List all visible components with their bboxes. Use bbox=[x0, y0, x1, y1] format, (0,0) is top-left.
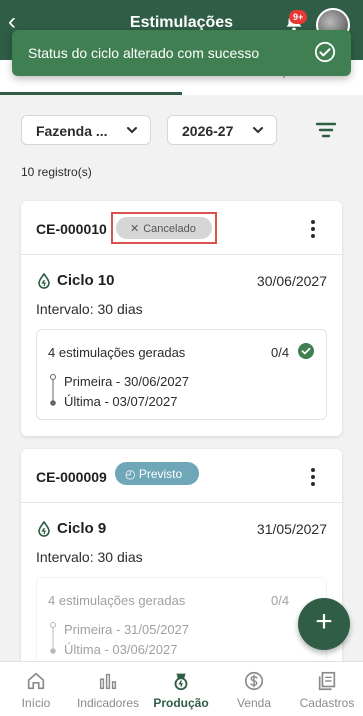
notification-badge: 9+ bbox=[289, 10, 308, 24]
first-stimulation: Primeira - 30/06/2027 bbox=[64, 374, 190, 389]
timeline-icon bbox=[50, 622, 56, 654]
stimulations-box: 4 estimulações geradas 0/4 Primeira - 31… bbox=[36, 577, 327, 668]
cycle-date: 30/06/2027 bbox=[256, 273, 327, 289]
year-filter-select[interactable]: 2026-27 bbox=[167, 115, 277, 145]
success-toast: Status do ciclo alterado com sucesso bbox=[12, 30, 351, 76]
toast-message: Status do ciclo alterado com sucesso bbox=[28, 45, 260, 61]
cycle-code: CE-000010 bbox=[36, 221, 107, 237]
add-button[interactable]: + bbox=[298, 598, 350, 650]
farm-filter-select[interactable]: Fazenda ... bbox=[21, 115, 151, 145]
production-icon bbox=[174, 673, 188, 691]
cycle-title: Ciclo 10 bbox=[57, 272, 115, 289]
check-circle-icon bbox=[298, 343, 314, 359]
stimulations-count: 0/4 bbox=[271, 345, 290, 360]
more-options-icon[interactable] bbox=[310, 468, 316, 486]
stimulations-label: 4 estimulações geradas bbox=[48, 345, 186, 360]
stimulations-box: 4 estimulações geradas 0/4 Primeira - 30… bbox=[36, 329, 327, 420]
last-stimulation: Última - 03/06/2027 bbox=[64, 642, 178, 657]
cycle-drop-icon bbox=[38, 273, 50, 289]
records-icon bbox=[318, 671, 336, 691]
chevron-down-icon bbox=[127, 127, 137, 134]
home-icon bbox=[27, 672, 45, 690]
year-filter-value: 2026-27 bbox=[182, 123, 234, 139]
status-badge: ◴ Previsto bbox=[115, 462, 199, 485]
nav-item-inicio[interactable]: Início bbox=[0, 670, 72, 710]
records-count: 10 registro(s) bbox=[21, 165, 92, 179]
cycle-card[interactable]: CE-000010 ✕ Cancelado Ciclo 10 30/06/2027… bbox=[21, 201, 342, 436]
stimulations-count: 0/4 bbox=[271, 593, 290, 608]
check-circle-icon bbox=[314, 41, 336, 63]
cycle-drop-icon bbox=[38, 521, 50, 537]
cycle-code: CE-000009 bbox=[36, 469, 107, 485]
plus-icon: + bbox=[315, 605, 333, 638]
bottom-navigation: Início Indicadores Produção Venda Cadast… bbox=[0, 661, 363, 716]
cycle-date: 31/05/2027 bbox=[256, 521, 327, 537]
cycle-interval: Intervalo: 30 dias bbox=[36, 301, 143, 317]
more-options-icon[interactable] bbox=[310, 220, 316, 238]
cycle-title: Ciclo 9 bbox=[57, 520, 107, 537]
timeline-icon bbox=[50, 374, 56, 406]
nav-item-cadastros[interactable]: Cadastros bbox=[291, 670, 363, 710]
cycle-card[interactable]: CE-000009 ◴ Previsto Ciclo 9 31/05/2027 … bbox=[21, 449, 342, 689]
nav-item-venda[interactable]: Venda bbox=[218, 670, 290, 710]
chart-icon bbox=[99, 673, 117, 690]
active-tab-indicator bbox=[0, 92, 182, 95]
filter-icon[interactable] bbox=[312, 116, 340, 144]
last-stimulation: Última - 03/07/2027 bbox=[64, 394, 178, 409]
first-stimulation: Primeira - 31/05/2027 bbox=[64, 622, 190, 637]
stimulations-label: 4 estimulações geradas bbox=[48, 593, 186, 608]
dollar-icon bbox=[244, 671, 264, 691]
chevron-down-icon bbox=[253, 127, 263, 134]
cycle-interval: Intervalo: 30 dias bbox=[36, 549, 143, 565]
status-highlight-box bbox=[111, 212, 217, 244]
nav-item-producao[interactable]: Produção bbox=[145, 670, 217, 710]
divider bbox=[21, 502, 342, 503]
clock-icon: ◴ bbox=[125, 467, 136, 481]
divider bbox=[21, 254, 342, 255]
farm-filter-value: Fazenda ... bbox=[36, 123, 108, 139]
nav-item-indicadores[interactable]: Indicadores bbox=[72, 670, 144, 710]
